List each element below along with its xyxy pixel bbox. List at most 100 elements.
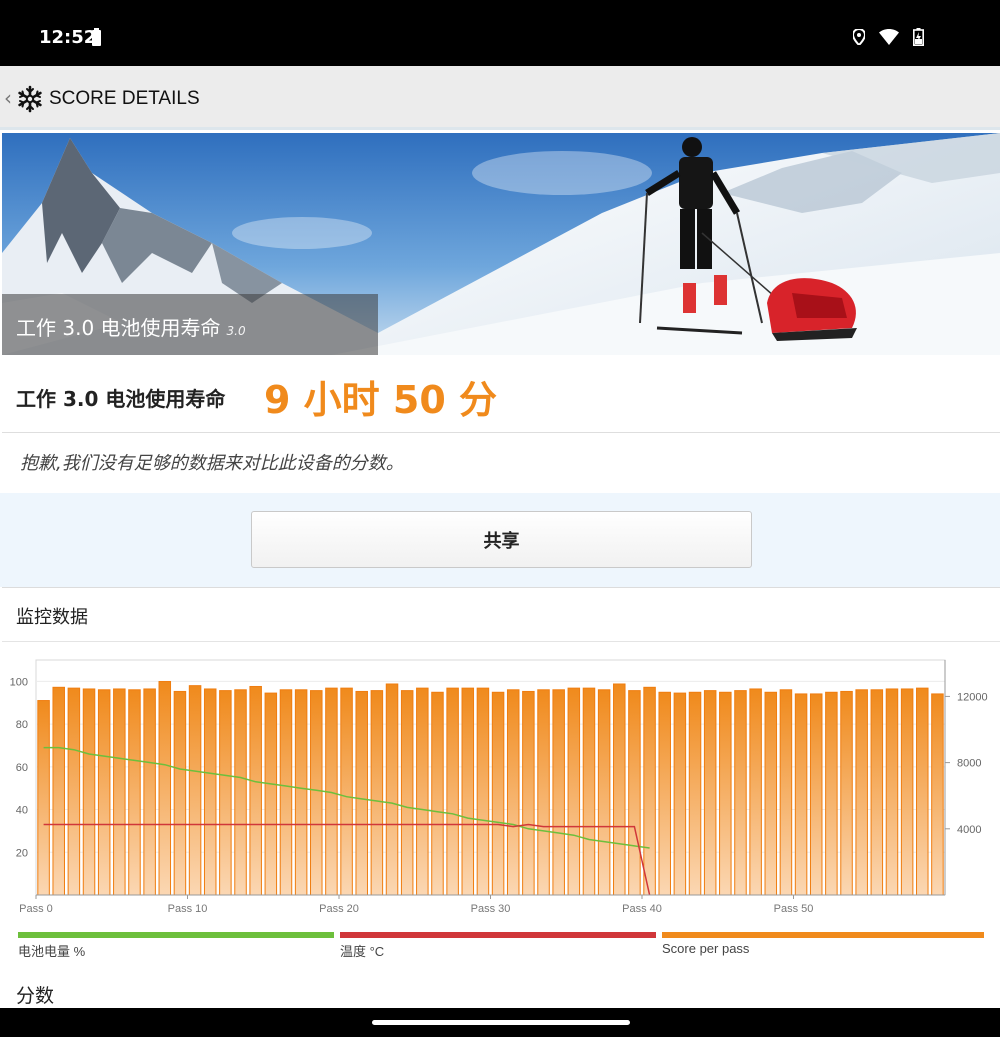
x-tick-label: Pass 0 — [19, 903, 53, 915]
legend-item-score: Score per pass — [662, 932, 984, 962]
score-bar — [825, 691, 838, 896]
score-bar — [431, 691, 444, 896]
score-bar — [688, 691, 702, 896]
chart-legend: 电池电量 % 温度 °C Score per pass — [0, 932, 1000, 964]
x-tick-label: Pass 10 — [168, 903, 208, 915]
score-bar — [128, 689, 141, 896]
status-time: 12:52 — [39, 27, 97, 48]
score-bar — [734, 690, 747, 896]
x-tick-label: Pass 30 — [471, 903, 511, 915]
score-bar — [900, 688, 914, 896]
score-bar — [916, 687, 929, 896]
score-bar — [188, 685, 202, 896]
hero-caption: 工作 3.0 电池使用寿命 3.0 — [2, 294, 378, 355]
score-bar — [809, 693, 823, 896]
score-bar — [416, 687, 429, 896]
app-bar: ‹ SCORE DETAILS — [0, 66, 1000, 130]
y-left-tick-label: 20 — [16, 847, 28, 859]
score-bar — [234, 689, 247, 896]
score-value: 9 小时 50 分 — [264, 378, 498, 422]
score-section-title: 分数 — [16, 985, 55, 1007]
score-bar — [613, 683, 626, 896]
score-bar — [749, 688, 762, 896]
score-bar — [491, 691, 505, 896]
y-right-tick-label: 8000 — [957, 758, 981, 770]
score-bar — [97, 689, 111, 896]
score-bar — [855, 689, 868, 896]
score-bar — [537, 689, 550, 896]
home-gesture-bar[interactable] — [372, 1020, 630, 1025]
score-bar — [567, 687, 581, 896]
legend-swatch-score — [662, 932, 984, 938]
score-bar — [522, 690, 535, 896]
score-bar — [506, 689, 520, 896]
x-tick-label: Pass 20 — [319, 903, 359, 915]
legend-label-battery: 电池电量 % — [18, 944, 86, 959]
score-bar — [658, 691, 671, 896]
score-bar — [885, 688, 899, 896]
y-left-tick-label: 80 — [16, 719, 28, 731]
score-bar — [249, 685, 262, 896]
hero-banner: 工作 3.0 电池使用寿命 3.0 — [2, 133, 1000, 355]
score-bar — [719, 691, 732, 896]
score-bar — [264, 692, 278, 896]
score-bar — [461, 687, 475, 896]
y-right-tick-label: 4000 — [957, 824, 981, 836]
score-bar — [279, 689, 293, 896]
score-bar — [582, 687, 596, 896]
legend-label-score: Score per pass — [662, 941, 750, 956]
score-bar — [931, 693, 944, 896]
legend-item-temperature: 温度 °C — [340, 932, 656, 962]
y-left-tick-label: 40 — [16, 805, 28, 817]
x-tick-label: Pass 40 — [622, 903, 662, 915]
y-left-tick-label: 60 — [16, 762, 28, 774]
monitor-header: 监控数据 — [2, 587, 1000, 642]
score-bar — [870, 689, 884, 896]
share-area: 共享 — [0, 493, 1000, 587]
score-bar — [370, 690, 384, 896]
score-bar — [219, 690, 232, 896]
score-bar — [67, 687, 81, 896]
x-tick-label: Pass 50 — [774, 903, 814, 915]
score-bar — [552, 689, 565, 896]
score-bar — [203, 688, 217, 896]
score-bar — [355, 690, 368, 896]
score-bar — [703, 690, 717, 896]
score-bar — [52, 686, 65, 896]
score-bar — [840, 690, 853, 896]
score-bar — [673, 692, 687, 896]
score-bar — [643, 686, 656, 896]
location-icon — [853, 29, 865, 45]
score-bar — [173, 690, 187, 896]
score-bar — [764, 691, 778, 896]
legend-swatch-temperature — [340, 932, 656, 938]
status-bar: 12:52 — [0, 0, 1000, 66]
navigation-bar — [0, 1008, 1000, 1037]
legend-label-temperature: 温度 °C — [340, 944, 385, 959]
share-button[interactable]: 共享 — [251, 511, 752, 568]
legend-item-battery: 电池电量 % — [18, 932, 334, 962]
chevron-left-icon[interactable]: ‹ — [4, 86, 12, 110]
score-bar — [794, 693, 808, 896]
score-bar — [340, 687, 353, 896]
page-title: SCORE DETAILS — [49, 88, 200, 109]
monitor-chart-svg: 20 40 60 80 100 4000 8000 12000 Pass 0 Pass 10 Pas… — [10, 659, 988, 915]
notice-text: 抱歉,我们没有足够的数据来对比此设备的分数。 — [20, 453, 404, 474]
status-icons — [853, 28, 924, 46]
score-bar — [597, 689, 611, 896]
score-bar — [143, 688, 156, 896]
score-bar — [37, 700, 50, 896]
battery-indicator-icon — [92, 28, 101, 46]
score-bar — [82, 688, 96, 896]
monitor-title: 监控数据 — [16, 607, 88, 628]
score-bar — [113, 688, 126, 896]
battery-charging-icon — [913, 28, 924, 46]
hero-caption-version: 3.0 — [226, 324, 246, 338]
score-bar — [446, 687, 459, 896]
score-bar — [628, 690, 641, 896]
score-label: 工作 3.0 电池使用寿命 — [16, 387, 226, 411]
legend-swatch-battery — [18, 932, 334, 938]
score-row: 工作 3.0 电池使用寿命 9 小时 50 分 — [2, 355, 1000, 433]
score-bar — [294, 689, 308, 896]
score-bar — [310, 690, 323, 896]
